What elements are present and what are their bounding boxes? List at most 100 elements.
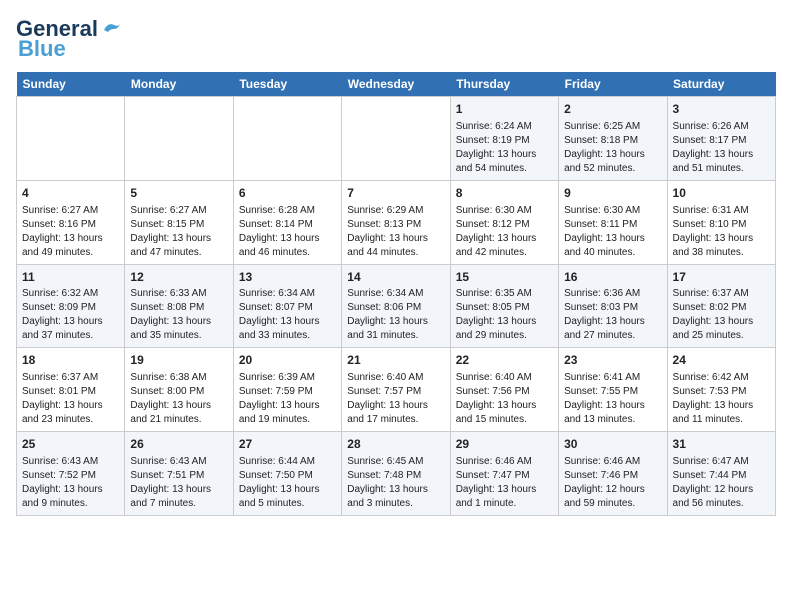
day-number: 23 bbox=[564, 352, 661, 369]
day-number: 6 bbox=[239, 185, 336, 202]
day-number: 29 bbox=[456, 436, 553, 453]
day-number: 12 bbox=[130, 269, 227, 286]
calendar-cell: 27 Sunrise: 6:44 AM Sunset: 7:50 PM Dayli… bbox=[233, 432, 341, 516]
logo: General Blue bbox=[16, 16, 122, 62]
day-info: Sunrise: 6:46 AM Sunset: 7:46 PM Dayligh… bbox=[564, 455, 661, 511]
calendar-cell bbox=[342, 97, 450, 181]
day-number: 15 bbox=[456, 269, 553, 286]
day-info: Sunrise: 6:47 AM Sunset: 7:44 PM Dayligh… bbox=[673, 455, 770, 511]
day-number: 8 bbox=[456, 185, 553, 202]
day-number: 27 bbox=[239, 436, 336, 453]
col-header-tuesday: Tuesday bbox=[233, 72, 341, 97]
calendar-cell: 8 Sunrise: 6:30 AM Sunset: 8:12 PM Daylig… bbox=[450, 180, 558, 264]
day-info: Sunrise: 6:34 AM Sunset: 8:07 PM Dayligh… bbox=[239, 287, 336, 343]
calendar-cell: 10 Sunrise: 6:31 AM Sunset: 8:10 PM Dayli… bbox=[667, 180, 775, 264]
calendar-cell: 12Sunrise: 6:33 AM Sunset: 8:08 PM Dayli… bbox=[125, 264, 233, 348]
calendar-cell: 31 Sunrise: 6:47 AM Sunset: 7:44 PM Dayli… bbox=[667, 432, 775, 516]
calendar-cell: 4 Sunrise: 6:27 AM Sunset: 8:16 PM Daylig… bbox=[17, 180, 125, 264]
calendar-cell: 2Sunrise: 6:25 AM Sunset: 8:18 PM Daylig… bbox=[559, 97, 667, 181]
day-number: 18 bbox=[22, 352, 119, 369]
day-number: 30 bbox=[564, 436, 661, 453]
day-info: Sunrise: 6:33 AM Sunset: 8:08 PM Dayligh… bbox=[130, 287, 227, 343]
calendar-week-row: 11Sunrise: 6:32 AM Sunset: 8:09 PM Dayli… bbox=[17, 264, 776, 348]
day-number: 4 bbox=[22, 185, 119, 202]
page-header: General Blue bbox=[16, 16, 776, 62]
calendar-cell: 18 Sunrise: 6:37 AM Sunset: 8:01 PM Dayli… bbox=[17, 348, 125, 432]
day-info: Sunrise: 6:38 AM Sunset: 8:00 PM Dayligh… bbox=[130, 371, 227, 427]
calendar-cell: 20Sunrise: 6:39 AM Sunset: 7:59 PM Dayli… bbox=[233, 348, 341, 432]
day-number: 2 bbox=[564, 101, 661, 118]
calendar-cell: 1 Sunrise: 6:24 AM Sunset: 8:19 PM Daylig… bbox=[450, 97, 558, 181]
day-number: 25 bbox=[22, 436, 119, 453]
calendar-header-row: SundayMondayTuesdayWednesdayThursdayFrid… bbox=[17, 72, 776, 97]
calendar-cell: 6Sunrise: 6:28 AM Sunset: 8:14 PM Daylig… bbox=[233, 180, 341, 264]
day-number: 10 bbox=[673, 185, 770, 202]
calendar-cell: 25 Sunrise: 6:43 AM Sunset: 7:52 PM Dayli… bbox=[17, 432, 125, 516]
col-header-sunday: Sunday bbox=[17, 72, 125, 97]
day-number: 9 bbox=[564, 185, 661, 202]
day-number: 28 bbox=[347, 436, 444, 453]
day-info: Sunrise: 6:24 AM Sunset: 8:19 PM Dayligh… bbox=[456, 120, 553, 176]
day-info: Sunrise: 6:30 AM Sunset: 8:12 PM Dayligh… bbox=[456, 204, 553, 260]
day-info: Sunrise: 6:43 AM Sunset: 7:52 PM Dayligh… bbox=[22, 455, 119, 511]
col-header-friday: Friday bbox=[559, 72, 667, 97]
day-info: Sunrise: 6:34 AM Sunset: 8:06 PM Dayligh… bbox=[347, 287, 444, 343]
day-info: Sunrise: 6:37 AM Sunset: 8:01 PM Dayligh… bbox=[22, 371, 119, 427]
calendar-cell: 22 Sunrise: 6:40 AM Sunset: 7:56 PM Dayli… bbox=[450, 348, 558, 432]
calendar-cell: 13Sunrise: 6:34 AM Sunset: 8:07 PM Dayli… bbox=[233, 264, 341, 348]
calendar-week-row: 18 Sunrise: 6:37 AM Sunset: 8:01 PM Dayli… bbox=[17, 348, 776, 432]
day-number: 14 bbox=[347, 269, 444, 286]
day-info: Sunrise: 6:45 AM Sunset: 7:48 PM Dayligh… bbox=[347, 455, 444, 511]
calendar-cell bbox=[125, 97, 233, 181]
day-number: 17 bbox=[673, 269, 770, 286]
col-header-saturday: Saturday bbox=[667, 72, 775, 97]
calendar-cell: 23 Sunrise: 6:41 AM Sunset: 7:55 PM Dayli… bbox=[559, 348, 667, 432]
day-number: 31 bbox=[673, 436, 770, 453]
day-info: Sunrise: 6:35 AM Sunset: 8:05 PM Dayligh… bbox=[456, 287, 553, 343]
calendar-cell: 29 Sunrise: 6:46 AM Sunset: 7:47 PM Dayli… bbox=[450, 432, 558, 516]
day-number: 1 bbox=[456, 101, 553, 118]
calendar-cell: 30 Sunrise: 6:46 AM Sunset: 7:46 PM Dayli… bbox=[559, 432, 667, 516]
calendar-cell: 3 Sunrise: 6:26 AM Sunset: 8:17 PM Daylig… bbox=[667, 97, 775, 181]
day-number: 7 bbox=[347, 185, 444, 202]
calendar-week-row: 4 Sunrise: 6:27 AM Sunset: 8:16 PM Daylig… bbox=[17, 180, 776, 264]
calendar-cell: 5Sunrise: 6:27 AM Sunset: 8:15 PM Daylig… bbox=[125, 180, 233, 264]
day-info: Sunrise: 6:27 AM Sunset: 8:15 PM Dayligh… bbox=[130, 204, 227, 260]
day-info: Sunrise: 6:44 AM Sunset: 7:50 PM Dayligh… bbox=[239, 455, 336, 511]
day-info: Sunrise: 6:39 AM Sunset: 7:59 PM Dayligh… bbox=[239, 371, 336, 427]
day-info: Sunrise: 6:30 AM Sunset: 8:11 PM Dayligh… bbox=[564, 204, 661, 260]
calendar-cell: 21Sunrise: 6:40 AM Sunset: 7:57 PM Dayli… bbox=[342, 348, 450, 432]
col-header-monday: Monday bbox=[125, 72, 233, 97]
day-info: Sunrise: 6:36 AM Sunset: 8:03 PM Dayligh… bbox=[564, 287, 661, 343]
day-info: Sunrise: 6:40 AM Sunset: 7:56 PM Dayligh… bbox=[456, 371, 553, 427]
day-info: Sunrise: 6:27 AM Sunset: 8:16 PM Dayligh… bbox=[22, 204, 119, 260]
day-info: Sunrise: 6:31 AM Sunset: 8:10 PM Dayligh… bbox=[673, 204, 770, 260]
calendar-cell: 14Sunrise: 6:34 AM Sunset: 8:06 PM Dayli… bbox=[342, 264, 450, 348]
logo-blue: Blue bbox=[18, 36, 66, 62]
day-info: Sunrise: 6:41 AM Sunset: 7:55 PM Dayligh… bbox=[564, 371, 661, 427]
day-number: 26 bbox=[130, 436, 227, 453]
col-header-wednesday: Wednesday bbox=[342, 72, 450, 97]
calendar-cell: 11Sunrise: 6:32 AM Sunset: 8:09 PM Dayli… bbox=[17, 264, 125, 348]
calendar-cell: 7 Sunrise: 6:29 AM Sunset: 8:13 PM Daylig… bbox=[342, 180, 450, 264]
day-info: Sunrise: 6:29 AM Sunset: 8:13 PM Dayligh… bbox=[347, 204, 444, 260]
calendar-cell: 26Sunrise: 6:43 AM Sunset: 7:51 PM Dayli… bbox=[125, 432, 233, 516]
calendar-cell: 19Sunrise: 6:38 AM Sunset: 8:00 PM Dayli… bbox=[125, 348, 233, 432]
calendar-cell: 28 Sunrise: 6:45 AM Sunset: 7:48 PM Dayli… bbox=[342, 432, 450, 516]
day-info: Sunrise: 6:37 AM Sunset: 8:02 PM Dayligh… bbox=[673, 287, 770, 343]
day-info: Sunrise: 6:32 AM Sunset: 8:09 PM Dayligh… bbox=[22, 287, 119, 343]
day-info: Sunrise: 6:46 AM Sunset: 7:47 PM Dayligh… bbox=[456, 455, 553, 511]
day-info: Sunrise: 6:26 AM Sunset: 8:17 PM Dayligh… bbox=[673, 120, 770, 176]
day-number: 24 bbox=[673, 352, 770, 369]
day-number: 13 bbox=[239, 269, 336, 286]
calendar-cell: 24Sunrise: 6:42 AM Sunset: 7:53 PM Dayli… bbox=[667, 348, 775, 432]
calendar-cell: 17Sunrise: 6:37 AM Sunset: 8:02 PM Dayli… bbox=[667, 264, 775, 348]
calendar-cell: 9 Sunrise: 6:30 AM Sunset: 8:11 PM Daylig… bbox=[559, 180, 667, 264]
calendar-cell bbox=[17, 97, 125, 181]
day-number: 22 bbox=[456, 352, 553, 369]
logo-bird-icon bbox=[100, 20, 122, 38]
day-number: 11 bbox=[22, 269, 119, 286]
day-number: 21 bbox=[347, 352, 444, 369]
day-number: 3 bbox=[673, 101, 770, 118]
calendar-table: SundayMondayTuesdayWednesdayThursdayFrid… bbox=[16, 72, 776, 516]
